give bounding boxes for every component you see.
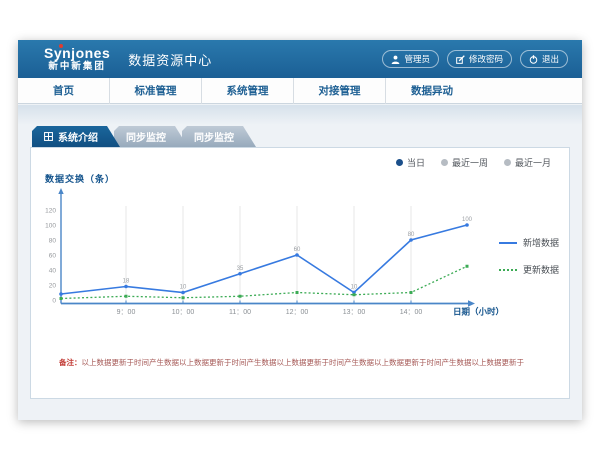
content-card: 当日 最近一周 最近一月 数据交换（条） 0 20 40 60 80 100 120 9：00…	[30, 147, 570, 399]
legend-label: 新增数据	[523, 236, 559, 249]
user-icon	[391, 55, 400, 64]
admin-user-button[interactable]: 管理员	[382, 50, 439, 68]
app-window: Synjones 新中新集团 数据资源中心 管理员 修改密码 退出	[18, 40, 582, 420]
tab-label: 同步监控	[126, 129, 166, 144]
grid-icon	[44, 132, 53, 141]
header-actions: 管理员 修改密码 退出	[382, 50, 568, 68]
svg-text:日期（小时）: 日期（小时）	[453, 307, 504, 317]
power-icon	[529, 55, 538, 64]
note-text: 以上数据更新于时间产生数据以上数据更新于时间产生数据以上数据更新于时间产生数据以…	[82, 358, 525, 367]
tab-system-intro[interactable]: 系统介绍	[32, 126, 120, 147]
radio-last-month[interactable]: 最近一月	[504, 156, 551, 169]
tab-sync-monitor-1[interactable]: 同步监控	[114, 126, 188, 147]
nav-item-standard-mgmt[interactable]: 标准管理	[110, 78, 202, 104]
radio-label: 最近一周	[452, 156, 488, 169]
logo: Synjones 新中新集团	[44, 46, 110, 72]
svg-text:10：00: 10：00	[172, 309, 195, 316]
svg-text:9：00: 9：00	[117, 309, 136, 316]
radio-dot-icon	[504, 159, 511, 166]
svg-text:18: 18	[123, 279, 130, 285]
nav-shadow-band	[18, 105, 582, 125]
nav-item-system-mgmt[interactable]: 系统管理	[202, 78, 294, 104]
svg-text:11：00: 11：00	[229, 309, 251, 316]
nav-item-home[interactable]: 首页	[18, 78, 110, 104]
radio-label: 最近一月	[515, 156, 551, 169]
logout-label: 退出	[542, 53, 559, 65]
svg-text:120: 120	[45, 208, 56, 215]
radio-today[interactable]: 当日	[396, 156, 425, 169]
logo-text: Synjones	[44, 46, 110, 60]
svg-text:14：00: 14：00	[400, 309, 423, 316]
app-title: 数据资源中心	[128, 50, 212, 69]
tab-label: 系统介绍	[58, 129, 98, 144]
line-chart: 0 20 40 60 80 100 120 9：00 10：00 11：00 12：00 13：00 1…	[35, 186, 511, 336]
legend-new-data[interactable]: 新增数据	[499, 236, 559, 249]
svg-text:100: 100	[462, 217, 473, 223]
svg-text:10: 10	[351, 285, 358, 291]
logout-button[interactable]: 退出	[520, 50, 568, 68]
tab-sync-monitor-2[interactable]: 同步监控	[182, 126, 256, 147]
nav-item-data-change[interactable]: 数据异动	[386, 78, 478, 104]
main-nav: 首页 标准管理 系统管理 对接管理 数据异动	[18, 78, 582, 104]
svg-text:35: 35	[237, 266, 244, 272]
radio-label: 当日	[407, 156, 425, 169]
admin-user-label: 管理员	[404, 53, 430, 65]
svg-text:60: 60	[294, 247, 301, 253]
y-axis-title: 数据交换（条）	[45, 172, 115, 185]
svg-text:13：00: 13：00	[343, 309, 366, 316]
svg-text:100: 100	[45, 223, 56, 230]
logo-subtext: 新中新集团	[44, 62, 110, 72]
solid-line-icon	[499, 242, 517, 244]
series-legend: 新增数据 更新数据	[499, 236, 559, 276]
legend-label: 更新数据	[523, 263, 559, 276]
svg-text:10: 10	[180, 285, 187, 291]
change-password-button[interactable]: 修改密码	[447, 50, 512, 68]
screenshot-canvas: Synjones 新中新集团 数据资源中心 管理员 修改密码 退出	[0, 0, 600, 450]
footer-note: 备注：以上数据更新于时间产生数据以上数据更新于时间产生数据以上数据更新于时间产生…	[59, 358, 539, 369]
app-header: Synjones 新中新集团 数据资源中心 管理员 修改密码 退出	[18, 40, 582, 78]
radio-dot-selected-icon	[396, 159, 403, 166]
svg-text:80: 80	[49, 238, 57, 245]
svg-text:12：00: 12：00	[286, 309, 309, 316]
tab-bar: 系统介绍 同步监控 同步监控	[32, 126, 256, 147]
radio-last-week[interactable]: 最近一周	[441, 156, 488, 169]
radio-dot-icon	[441, 159, 448, 166]
edit-icon	[456, 55, 465, 64]
change-password-label: 修改密码	[469, 53, 503, 65]
svg-text:20: 20	[49, 283, 57, 290]
svg-text:80: 80	[408, 232, 415, 238]
time-range-selector: 当日 最近一周 最近一月	[396, 156, 551, 169]
svg-text:60: 60	[49, 253, 57, 260]
note-prefix: 备注：	[59, 358, 82, 367]
nav-item-interface-mgmt[interactable]: 对接管理	[294, 78, 386, 104]
tab-label: 同步监控	[194, 129, 234, 144]
svg-text:40: 40	[49, 268, 57, 275]
dotted-line-icon	[499, 269, 517, 271]
svg-text:0: 0	[52, 298, 56, 305]
legend-updated-data[interactable]: 更新数据	[499, 263, 559, 276]
